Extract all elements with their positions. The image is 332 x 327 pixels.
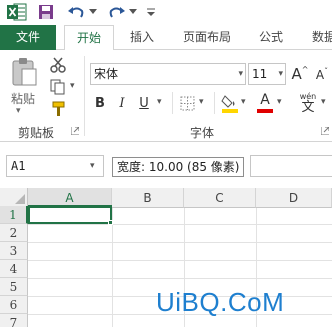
font-group-label: 字体 [190,126,215,140]
formula-bar: A1 ▾ 宽度: 10.00 (85 像素) [0,143,332,187]
shrink-font-letter: A [315,68,325,82]
redo-dropdown-icon[interactable] [128,2,138,22]
phonetic-guide-icon[interactable]: wén 文 [296,90,320,116]
grow-font-icon[interactable]: A ^ [291,64,309,84]
borders-dropdown-icon[interactable]: ▾ [199,97,204,107]
grid-line [28,278,332,279]
font-size-dropdown-icon[interactable]: ▾ [278,64,283,84]
customize-toolbar-icon[interactable] [145,2,157,22]
font-name-dropdown-icon[interactable]: ▾ [238,64,243,84]
tab-formulas[interactable]: 公式 [250,25,292,50]
font-size-value: 11 [252,67,268,81]
tab-home[interactable]: 开始 [64,25,114,51]
cut-icon[interactable] [48,56,68,74]
copy-dropdown-icon[interactable]: ▾ [70,81,75,91]
save-icon[interactable] [36,2,56,22]
column-header-c[interactable]: C [184,188,256,208]
font-name-select[interactable]: 宋体 ▾ [90,63,246,85]
row-header-6[interactable]: 6 [0,296,28,314]
tab-file[interactable]: 文件 [0,25,56,50]
redo-icon[interactable] [107,2,127,22]
column-header-d[interactable]: D [256,188,332,208]
fill-color-dropdown-icon[interactable]: ▾ [241,97,246,107]
worksheet-grid[interactable]: A B C D 1 2 3 4 5 6 7 UiBQ.CoM [0,188,332,327]
column-header-b[interactable]: B [112,188,184,208]
formula-input[interactable] [250,155,332,177]
fill-color-icon[interactable] [220,92,240,114]
ribbon-tab-bar: 文件 开始 插入 页面布局 公式 数据 [0,25,332,51]
tab-data[interactable]: 数据 [304,25,332,50]
font-name-value: 宋体 [94,67,119,81]
row-header-7[interactable]: 7 [0,314,28,327]
grid-line [28,260,332,261]
watermark-text: UiBQ.CoM [156,287,285,317]
copy-icon[interactable] [48,78,68,96]
grid-line [28,242,332,243]
row-header-5[interactable]: 5 [0,278,28,296]
font-color-swatch [257,109,273,113]
phonetic-dropdown-icon[interactable]: ▾ [321,97,326,107]
italic-button[interactable]: I [114,94,130,112]
font-divider [172,92,173,114]
font-launcher-icon[interactable] [320,126,330,136]
undo-icon[interactable] [66,2,86,22]
name-box-dropdown-icon[interactable]: ▾ [90,155,95,177]
paste-label[interactable]: 粘贴 [11,90,35,107]
phonetic-char: 文 [301,99,315,115]
grid-line [28,224,332,225]
clipboard-group-label: 剪贴板 [18,126,55,140]
underline-dropdown-icon[interactable]: ▾ [157,97,162,107]
ribbon-home-panel: 粘贴 ▾ ▾ 剪贴板 宋体 ▾ 11 ▾ A ^ Aˇ B I U ▾ ▾ ▾ … [0,50,332,142]
format-painter-icon[interactable] [48,100,68,118]
shrink-font-icon[interactable]: Aˇ [314,66,330,84]
paste-icon[interactable] [8,56,40,88]
select-all-corner[interactable] [0,188,28,208]
bold-button[interactable]: B [92,94,108,112]
borders-icon[interactable] [178,94,196,112]
selected-cell-a1[interactable] [28,205,112,224]
group-divider [84,56,85,136]
font-color-icon[interactable]: A [255,92,275,114]
clipboard-launcher-icon[interactable] [70,126,80,136]
grid-line [112,208,113,327]
row-header-3[interactable]: 3 [0,242,28,260]
tab-page-layout[interactable]: 页面布局 [172,25,242,50]
tab-insert[interactable]: 插入 [120,25,164,50]
font-color-letter: A [260,92,270,108]
font-color-dropdown-icon[interactable]: ▾ [277,97,282,107]
excel-logo-icon [6,2,28,22]
row-header-1[interactable]: 1 [0,206,28,224]
fill-handle[interactable] [108,220,113,225]
row-header-2[interactable]: 2 [0,224,28,242]
column-width-tooltip: 宽度: 10.00 (85 像素) [112,157,245,177]
paste-dropdown-icon[interactable]: ▾ [16,106,21,116]
font-size-select[interactable]: 11 ▾ [248,63,286,85]
undo-dropdown-icon[interactable] [88,2,98,22]
row-header-4[interactable]: 4 [0,260,28,278]
quick-access-toolbar [0,0,332,25]
grow-font-letter: A [291,65,302,83]
underline-button[interactable]: U [136,94,152,112]
font-divider [214,92,215,114]
